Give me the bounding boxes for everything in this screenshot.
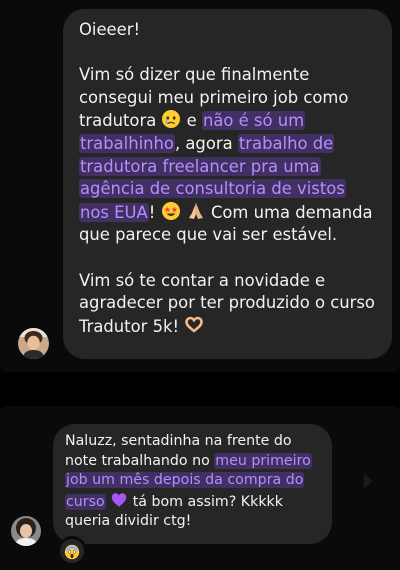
chat-thread-1: Oieeer! Vim só dizer que finalmente conse… <box>0 0 400 372</box>
heart-hands-icon <box>184 316 204 336</box>
message-paragraph: Vim só dizer que finalmente consegui meu… <box>79 64 376 247</box>
message-text: ! <box>148 202 161 222</box>
reply-arrow-icon <box>364 474 373 488</box>
message-text: , agora <box>174 133 238 153</box>
message-reaction[interactable] <box>57 536 87 566</box>
message-bubble[interactable]: Oieeer! Vim só dizer que finalmente conse… <box>63 9 392 359</box>
purple-heart-icon <box>110 492 133 510</box>
message-paragraph: Vim só te contar a novidade e agradecer … <box>79 270 376 339</box>
message-text: Vim só te contar a novidade e agradecer … <box>79 270 375 336</box>
reaction-emoji-slot <box>64 542 80 561</box>
folded-hands-icon <box>186 202 211 222</box>
star-struck-face-icon <box>161 201 186 222</box>
message-text: Oieeer! <box>79 20 141 39</box>
message-text: e <box>186 111 202 131</box>
sender-avatar[interactable] <box>11 516 41 546</box>
face-holding-back-tears-icon <box>161 110 186 130</box>
message-bubble[interactable]: Naluzz, sentadinha na frente do note tra… <box>53 424 332 544</box>
face-screaming-in-fear-icon <box>64 542 80 561</box>
message-paragraph: Oieeer! <box>79 19 376 42</box>
chat-thread-2: Naluzz, sentadinha na frente do note tra… <box>0 406 400 570</box>
message-paragraph: Naluzz, sentadinha na frente do note tra… <box>65 432 318 532</box>
sender-avatar[interactable] <box>18 328 49 359</box>
